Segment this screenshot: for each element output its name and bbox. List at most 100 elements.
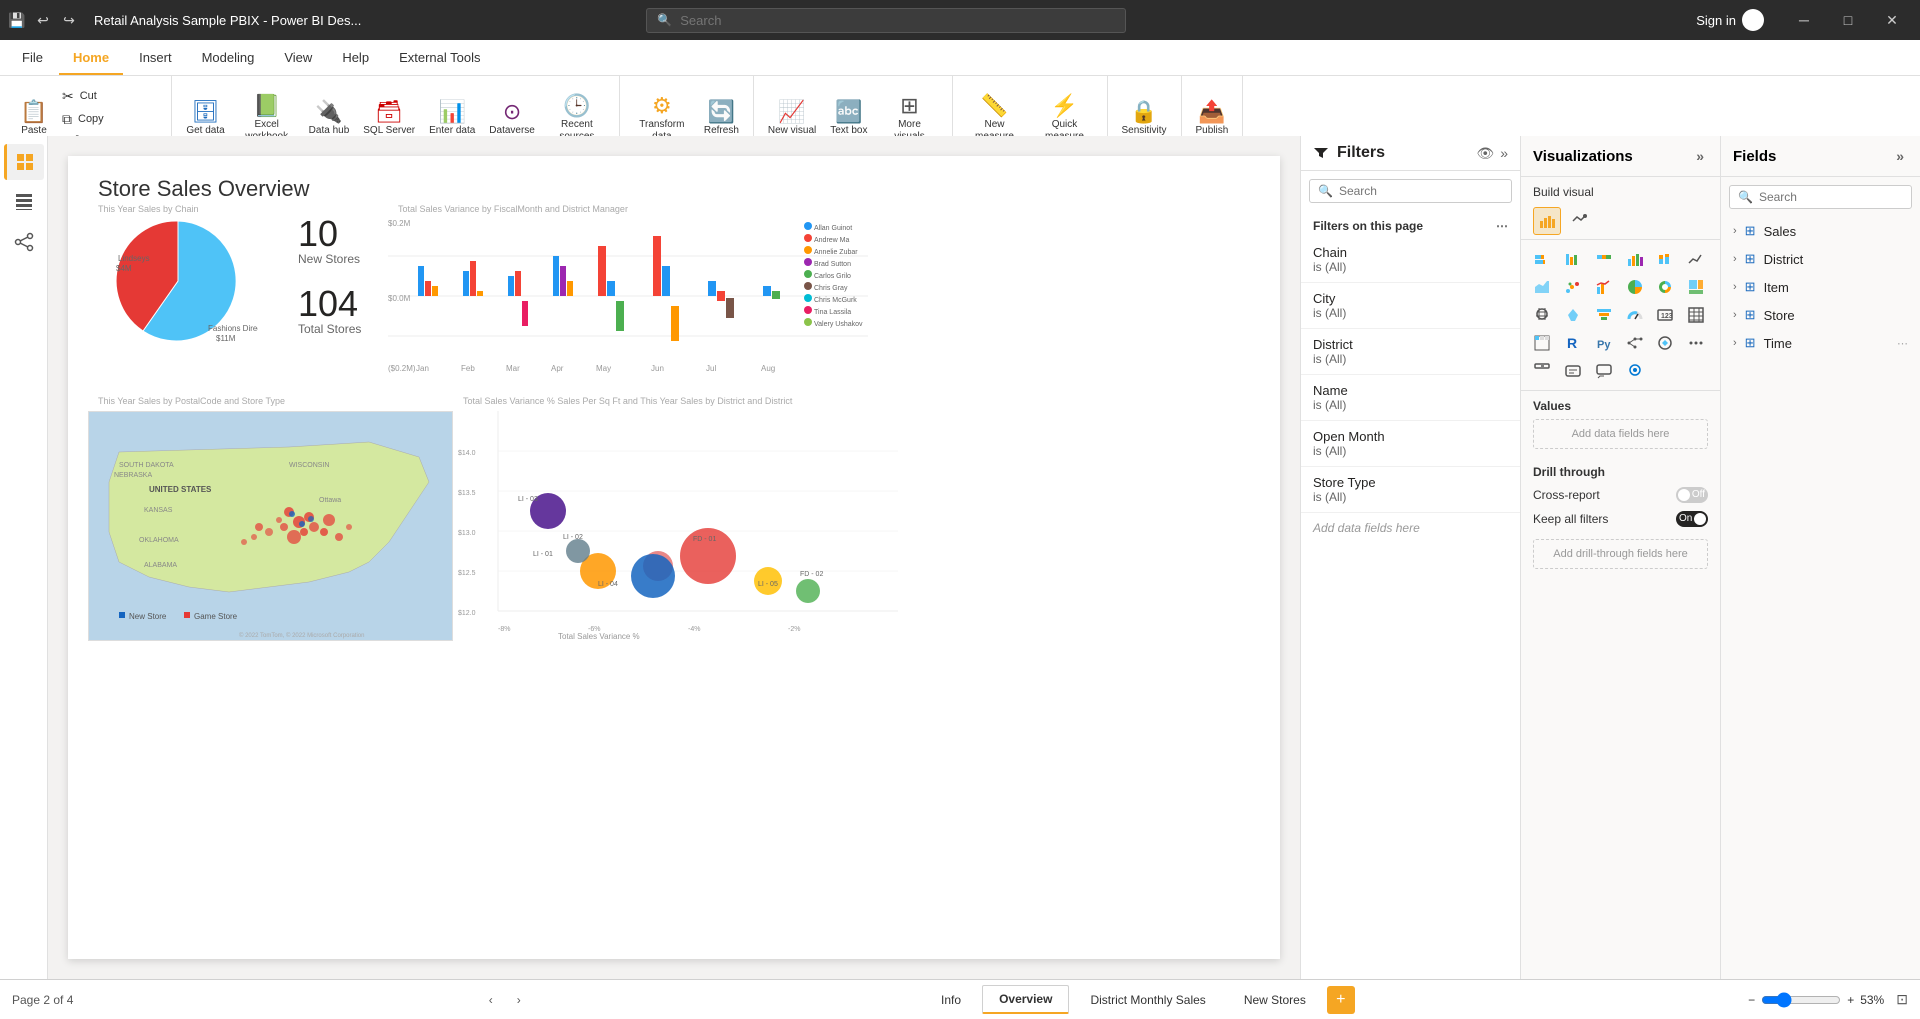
viz-card-icon[interactable]: 123 (1652, 302, 1678, 328)
filter-item-open-month[interactable]: Open Month is (All) (1301, 421, 1520, 467)
field-time-more-icon[interactable]: ⋯ (1897, 337, 1908, 350)
bar-chart[interactable]: $0.2M $0.0M ($0.2M) (388, 216, 868, 376)
viz-bar-type-button[interactable] (1533, 207, 1561, 235)
zoom-slider[interactable] (1761, 992, 1841, 1008)
viz-treemap-icon[interactable] (1683, 274, 1709, 300)
viz-matrix-icon[interactable] (1529, 330, 1555, 356)
filter-search-bar[interactable]: 🔍 (1309, 179, 1512, 203)
minimize-button[interactable]: ─ (1784, 5, 1824, 35)
viz-smart-narrative-icon[interactable] (1560, 358, 1586, 384)
viz-combo-chart-icon[interactable] (1591, 274, 1617, 300)
viz-slicer-icon[interactable] (1529, 358, 1555, 384)
viz-collapse-button[interactable]: » (1692, 146, 1708, 166)
fit-page-button[interactable]: ⊡ (1896, 991, 1908, 1008)
filter-section-menu-icon[interactable]: ⋯ (1496, 219, 1508, 233)
viz-qa-icon[interactable] (1591, 358, 1617, 384)
field-district[interactable]: › ⊞ District (1721, 245, 1920, 273)
field-expand-icon: › (1733, 225, 1737, 237)
svg-text:Mar: Mar (506, 364, 520, 373)
sign-in-button[interactable]: Sign in (1696, 9, 1764, 31)
viz-pie-chart-icon[interactable] (1622, 274, 1648, 300)
viz-scatter-chart-icon[interactable] (1560, 274, 1586, 300)
field-time[interactable]: › ⊞ Time ⋯ (1721, 329, 1920, 357)
zoom-minus-button[interactable]: − (1748, 993, 1755, 1007)
tab-overview[interactable]: Overview (982, 985, 1069, 1014)
close-button[interactable]: ✕ (1872, 5, 1912, 35)
tab-district-monthly[interactable]: District Monthly Sales (1073, 986, 1222, 1014)
tab-external-tools[interactable]: External Tools (385, 42, 494, 75)
viz-table-icon[interactable] (1683, 302, 1709, 328)
fields-search-input[interactable] (1759, 190, 1903, 204)
tab-help[interactable]: Help (328, 42, 383, 75)
tab-new-stores[interactable]: New Stores (1227, 986, 1323, 1014)
add-page-button[interactable]: + (1327, 986, 1355, 1014)
fields-collapse-button[interactable]: » (1892, 146, 1908, 166)
window-title: Retail Analysis Sample PBIX - Power BI D… (94, 13, 361, 28)
filter-search-input[interactable] (1339, 184, 1503, 198)
viz-r-visual-icon[interactable]: R (1560, 330, 1586, 356)
table-view-button[interactable] (4, 184, 44, 220)
viz-100pct-bar-icon[interactable] (1591, 246, 1617, 272)
filter-item-name[interactable]: Name is (All) (1301, 375, 1520, 421)
viz-area-chart-icon[interactable] (1529, 274, 1555, 300)
viz-decomp-tree-icon[interactable] (1622, 330, 1648, 356)
bar-chart-label: Total Sales Variance by FiscalMonth and … (398, 204, 628, 214)
viz-map-icon[interactable] (1529, 302, 1555, 328)
sql-icon: 🗃 (375, 101, 403, 123)
redo-icon[interactable]: ↪ (60, 11, 78, 29)
filter-open-month-value: is (All) (1313, 444, 1508, 458)
viz-key-influencers-icon[interactable] (1652, 330, 1678, 356)
cross-report-toggle[interactable]: Off (1676, 487, 1708, 503)
filters-expand-icon[interactable]: » (1500, 145, 1508, 161)
tab-view[interactable]: View (270, 42, 326, 75)
viz-format-type-button[interactable] (1565, 207, 1593, 235)
filter-name-value: is (All) (1313, 398, 1508, 412)
drill-through-fields[interactable]: Add drill-through fields here (1533, 539, 1708, 569)
viz-funnel-icon[interactable] (1591, 302, 1617, 328)
viz-donut-chart-icon[interactable] (1652, 274, 1678, 300)
tab-info[interactable]: Info (924, 986, 978, 1014)
viz-grouped-column-icon[interactable] (1622, 246, 1648, 272)
filter-item-city[interactable]: City is (All) (1301, 283, 1520, 329)
tab-home[interactable]: Home (59, 42, 123, 75)
cut-button[interactable]: ✂ Cut (56, 86, 163, 107)
page-prev-button[interactable]: ‹ (479, 988, 503, 1012)
svg-text:$0.0M: $0.0M (388, 294, 411, 303)
fields-search-bar[interactable]: 🔍 (1729, 185, 1912, 209)
viz-azure-maps-icon[interactable] (1622, 358, 1648, 384)
viz-more-icon[interactable] (1683, 330, 1709, 356)
tab-modeling[interactable]: Modeling (188, 42, 269, 75)
report-view-button[interactable] (4, 144, 44, 180)
viz-filled-map-icon[interactable] (1560, 302, 1586, 328)
field-item[interactable]: › ⊞ Item (1721, 273, 1920, 301)
tab-insert[interactable]: Insert (125, 42, 186, 75)
global-search-bar[interactable]: 🔍 (646, 8, 1126, 33)
viz-stacked-column-icon[interactable] (1652, 246, 1678, 272)
viz-gauge-icon[interactable] (1622, 302, 1648, 328)
pie-chart[interactable]: Lindseys $4M Fashions Direct $11M (98, 211, 258, 351)
field-store[interactable]: › ⊞ Store (1721, 301, 1920, 329)
field-sales[interactable]: › ⊞ Sales (1721, 217, 1920, 245)
viz-stacked-bar-icon[interactable] (1529, 246, 1555, 272)
copy-button[interactable]: ⧉ Copy (56, 109, 163, 130)
tab-file[interactable]: File (8, 42, 57, 75)
keep-filters-toggle[interactable]: On (1676, 511, 1708, 527)
global-search-input[interactable] (680, 13, 1115, 28)
filter-item-store-type[interactable]: Store Type is (All) (1301, 467, 1520, 513)
filter-item-district[interactable]: District is (All) (1301, 329, 1520, 375)
undo-icon[interactable]: ↩ (34, 11, 52, 29)
model-view-button[interactable] (4, 224, 44, 260)
viz-clustered-bar-icon[interactable] (1560, 246, 1586, 272)
save-icon[interactable]: 💾 (8, 11, 26, 29)
viz-line-chart-icon[interactable] (1683, 246, 1709, 272)
filters-eye-icon[interactable]: 👁 (1476, 145, 1494, 162)
viz-python-icon[interactable]: Py (1591, 330, 1617, 356)
viz-add-field[interactable]: Add data fields here (1533, 419, 1708, 449)
filter-city-value: is (All) (1313, 306, 1508, 320)
zoom-plus-button[interactable]: + (1847, 993, 1854, 1007)
page-next-button[interactable]: › (507, 988, 531, 1012)
filter-item-chain[interactable]: Chain is (All) (1301, 237, 1520, 283)
maximize-button[interactable]: □ (1828, 5, 1868, 35)
map-chart[interactable]: UNITED STATES SOUTH DAKOTA NEBRASKA KANS… (88, 411, 453, 641)
scatter-chart[interactable]: $12.0 $12.5 $13.0 $13.5 $14.0 LI - 03 LI… (458, 411, 898, 641)
